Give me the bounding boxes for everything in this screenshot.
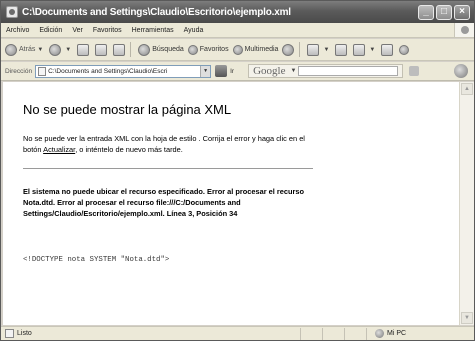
back-dropdown-icon[interactable]: ▼ — [37, 47, 43, 53]
error-description: No se puede ver la entrada XML con la ho… — [23, 133, 313, 155]
refresh-button[interactable] — [95, 43, 109, 56]
status-bar: Listo Mi PC — [1, 326, 474, 340]
page-icon — [38, 66, 47, 76]
search-label: Búsqueda — [152, 46, 184, 53]
computer-icon — [375, 329, 384, 338]
status-cell — [344, 327, 366, 340]
discuss-icon — [381, 43, 394, 56]
forward-button[interactable]: ▼ — [49, 43, 73, 56]
toolbar: Atrás ▼ ▼ Búsqueda Favoritos Multimedia — [1, 39, 474, 61]
history-button[interactable] — [282, 43, 296, 56]
back-label: Atrás — [19, 46, 36, 53]
scroll-up-icon[interactable]: ▲ — [461, 83, 473, 95]
edit-icon — [353, 43, 366, 56]
messenger-icon — [399, 44, 410, 55]
page-content: No se puede mostrar la página XML No se … — [3, 82, 459, 325]
error-source-line: <!DOCTYPE nota SYSTEM "Nota.dtd"> — [23, 256, 170, 264]
edit-button[interactable]: ▼ — [353, 43, 377, 56]
title-bar[interactable]: C:\Documents and Settings\Claudio\Escrit… — [1, 1, 474, 23]
menu-archivo[interactable]: Archivo — [1, 27, 34, 34]
google-search-input[interactable] — [298, 66, 399, 76]
back-arrow-icon — [5, 43, 17, 56]
toolbar-extra-icon[interactable] — [409, 66, 420, 76]
stop-icon — [77, 43, 90, 56]
favorites-label: Favoritos — [199, 46, 229, 53]
menu-herramientas[interactable]: Herramientas — [127, 27, 179, 34]
zone-label: Mi PC — [387, 330, 407, 337]
menu-ayuda[interactable]: Ayuda — [179, 27, 209, 34]
menu-ver[interactable]: Ver — [67, 27, 88, 34]
toolbar-separator — [299, 42, 301, 57]
mail-button[interactable]: ▼ — [307, 43, 331, 56]
window-title: C:\Documents and Settings\Claudio\Escrit… — [22, 6, 291, 18]
refresh-icon — [95, 43, 108, 56]
address-value: C:\Documents and Settings\Claudio\Escri — [48, 67, 168, 75]
status-text: Listo — [17, 330, 32, 337]
close-button[interactable]: × — [454, 4, 470, 20]
google-toolbar: Google ▼ — [248, 64, 404, 78]
address-dropdown-icon[interactable]: ▼ — [200, 65, 211, 77]
media-icon — [232, 44, 243, 55]
globe-icon — [454, 64, 468, 78]
error-title: No se puede mostrar la página XML — [23, 102, 232, 117]
discuss-button[interactable] — [381, 43, 395, 56]
multimedia-button[interactable]: Multimedia — [232, 44, 279, 55]
favorites-button[interactable]: Favoritos — [187, 44, 229, 55]
mail-icon — [307, 43, 320, 56]
resize-grip[interactable] — [462, 328, 474, 340]
toolbar-separator — [130, 42, 132, 57]
google-dropdown-icon[interactable]: ▼ — [290, 68, 296, 74]
status-cell — [300, 327, 322, 340]
edit-dropdown-icon[interactable]: ▼ — [369, 47, 375, 53]
windows-logo-icon — [454, 23, 474, 37]
browser-window: C:\Documents and Settings\Claudio\Escrit… — [0, 0, 475, 341]
messenger-button[interactable] — [399, 44, 411, 55]
back-button[interactable]: Atrás ▼ — [5, 43, 45, 56]
internet-explorer-icon — [6, 6, 18, 18]
stop-button[interactable] — [77, 43, 91, 56]
error-detail: El sistema no puede ubicar el recurso es… — [23, 187, 304, 218]
vertical-scrollbar[interactable]: ▲ ▼ — [459, 82, 474, 325]
search-icon — [138, 43, 151, 56]
mail-dropdown-icon[interactable]: ▼ — [323, 47, 329, 53]
history-icon — [282, 43, 295, 56]
maximize-button[interactable]: □ — [436, 4, 452, 20]
divider — [23, 168, 313, 169]
search-button[interactable]: Búsqueda — [138, 43, 184, 56]
error-description-end: , o inténtelo de nuevo más tarde. — [75, 145, 183, 154]
menu-edicion[interactable]: Edición — [34, 27, 67, 34]
google-logo: Google — [253, 65, 286, 77]
go-button[interactable]: Ir — [230, 68, 234, 75]
minimize-button[interactable]: _ — [418, 4, 434, 20]
security-zone: Mi PC — [366, 327, 462, 340]
forward-dropdown-icon[interactable]: ▼ — [65, 47, 71, 53]
page-status-icon — [5, 329, 14, 338]
menu-bar: Archivo Edición Ver Favoritos Herramient… — [1, 23, 474, 38]
address-input[interactable]: C:\Documents and Settings\Claudio\Escri … — [35, 64, 212, 78]
star-icon — [187, 44, 198, 55]
scroll-down-icon[interactable]: ▼ — [461, 312, 473, 324]
menu-favoritos[interactable]: Favoritos — [88, 27, 127, 34]
home-icon — [113, 43, 126, 56]
address-label: Dirección — [5, 67, 33, 75]
multimedia-label: Multimedia — [244, 46, 279, 53]
print-button[interactable] — [335, 43, 349, 56]
home-button[interactable] — [113, 43, 127, 56]
print-icon — [335, 43, 348, 56]
forward-arrow-icon — [49, 43, 62, 56]
address-bar: Dirección C:\Documents and Settings\Clau… — [1, 62, 474, 81]
status-cell — [322, 327, 344, 340]
go-arrow-icon[interactable] — [215, 65, 228, 77]
refresh-link[interactable]: Actualizar — [43, 145, 75, 154]
